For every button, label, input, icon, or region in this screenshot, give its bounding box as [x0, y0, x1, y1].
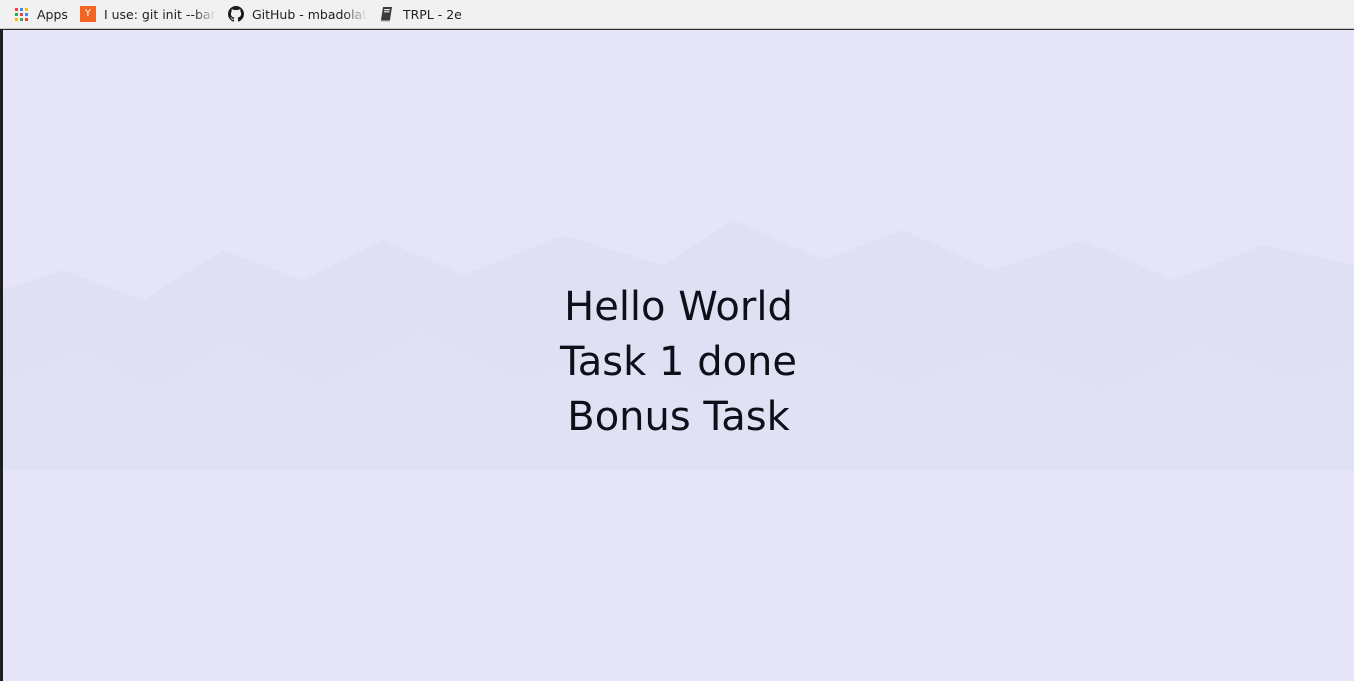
- y-combinator-icon: Y: [79, 6, 96, 22]
- bookmark-trpl-2e[interactable]: TRPL - 2e: [379, 3, 462, 25]
- bonus-task-text: Bonus Task: [567, 394, 790, 440]
- page-content: Hello World Task 1 done Bonus Task: [3, 280, 1354, 445]
- bookmark-label: I use: git init --bare: [103, 6, 216, 22]
- page-viewport: Hello World Task 1 done Bonus Task: [3, 30, 1354, 681]
- bookmark-label: Apps: [37, 6, 68, 22]
- hello-world-text: Hello World: [564, 284, 793, 330]
- bookmark-label: TRPL - 2e: [402, 6, 462, 22]
- apps-grid-icon: [13, 6, 29, 22]
- bookmark-apps[interactable]: Apps: [13, 3, 68, 25]
- bookmarks-bar: Apps Y I use: git init --bare GitHub - m…: [0, 0, 1354, 29]
- bookmark-label: GitHub - mbadolato: [251, 6, 367, 22]
- bookmark-git-init-bare[interactable]: Y I use: git init --bare: [79, 3, 216, 25]
- book-icon: [379, 6, 395, 22]
- task-1-done-text: Task 1 done: [559, 339, 798, 385]
- bookmark-github-mbadolato[interactable]: GitHub - mbadolato: [227, 3, 367, 25]
- github-icon: [227, 6, 244, 22]
